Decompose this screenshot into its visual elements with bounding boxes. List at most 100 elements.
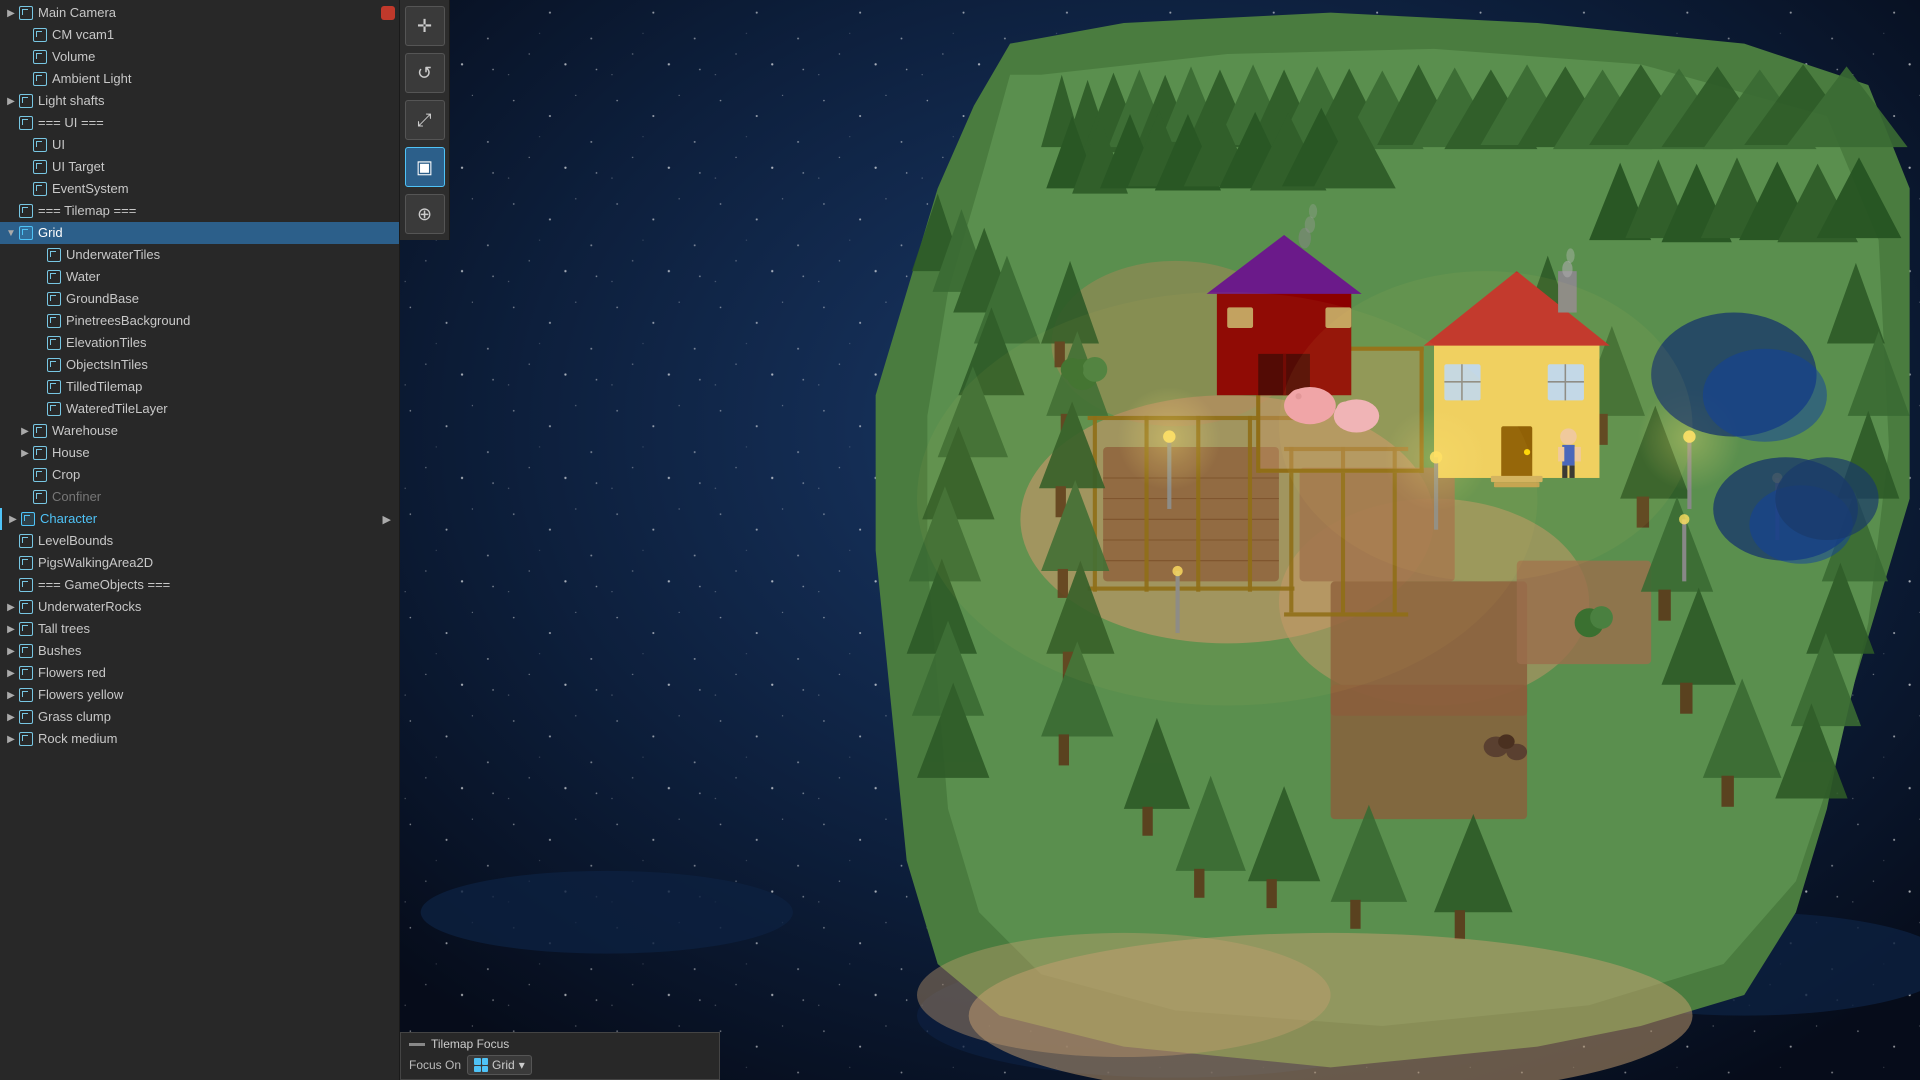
hierarchy-item-warehouse[interactable]: Warehouse xyxy=(0,420,399,442)
icon-flowers-yellow xyxy=(18,687,34,703)
hierarchy-item-grass-clump[interactable]: Grass clump xyxy=(0,706,399,728)
focus-on-text: Focus On xyxy=(409,1058,461,1072)
focus-dropdown[interactable]: Grid ▾ xyxy=(467,1055,532,1075)
icon-main-camera xyxy=(18,5,34,21)
hierarchy-item-volume[interactable]: Volume xyxy=(0,46,399,68)
hierarchy-item-bushes[interactable]: Bushes xyxy=(0,640,399,662)
tilemap-focus-title: Tilemap Focus xyxy=(409,1037,711,1051)
hierarchy-item-crop[interactable]: Crop xyxy=(0,464,399,486)
icon-level-bounds xyxy=(18,533,34,549)
dropdown-arrow: ▾ xyxy=(519,1058,525,1072)
label-flowers-red: Flowers red xyxy=(38,662,395,684)
icon-tilled-tilemap xyxy=(46,379,62,395)
arrow-grass-clump[interactable] xyxy=(4,712,18,723)
label-main-camera: Main Camera xyxy=(38,2,375,24)
scale-tool[interactable]: ⤢ xyxy=(405,100,445,140)
hierarchy-item-main-camera[interactable]: Main Camera xyxy=(0,2,399,24)
viewport: ✛ ↺ ⤢ ▣ ⊕ Tilemap Focus Focus On Grid ▾ xyxy=(400,0,1920,1080)
grid-cell-4 xyxy=(482,1066,489,1073)
arrow-character[interactable] xyxy=(6,514,20,525)
hierarchy-item-cm-vcam1[interactable]: CM vcam1 xyxy=(0,24,399,46)
label-crop: Crop xyxy=(52,464,395,486)
hierarchy-item-level-bounds[interactable]: LevelBounds xyxy=(0,530,399,552)
grid-label: Grid xyxy=(492,1058,515,1072)
hierarchy-item-house[interactable]: House xyxy=(0,442,399,464)
icon-confiner xyxy=(32,489,48,505)
hierarchy-item-gameobjects-sep[interactable]: === GameObjects === xyxy=(0,574,399,596)
icon-character xyxy=(20,511,36,527)
hierarchy-item-tilemap-separator[interactable]: === Tilemap === xyxy=(0,200,399,222)
hierarchy-item-tilled-tilemap[interactable]: TilledTilemap xyxy=(0,376,399,398)
arrow-main-camera[interactable] xyxy=(4,8,18,19)
arrow-tall-trees[interactable] xyxy=(4,624,18,635)
arrow-flowers-yellow[interactable] xyxy=(4,690,18,701)
label-character: Character xyxy=(40,508,383,530)
icon-elevation-tiles xyxy=(46,335,62,351)
grid-cell-1 xyxy=(474,1058,481,1065)
badge-main-camera xyxy=(381,6,395,20)
arrow-bushes[interactable] xyxy=(4,646,18,657)
icon-house xyxy=(32,445,48,461)
rotate-tool[interactable]: ↺ xyxy=(405,53,445,93)
hierarchy-item-objects-in-tiles[interactable]: ObjectsInTiles xyxy=(0,354,399,376)
icon-objects-in-tiles xyxy=(46,357,62,373)
icon-volume xyxy=(32,49,48,65)
hierarchy-item-ui-separator[interactable]: === UI === xyxy=(0,112,399,134)
arrow-light-shafts[interactable] xyxy=(4,96,18,107)
label-ui-separator: === UI === xyxy=(38,112,395,134)
arrow-warehouse[interactable] xyxy=(18,426,32,437)
hierarchy-item-underwater-rocks[interactable]: UnderwaterRocks xyxy=(0,596,399,618)
arrow-house[interactable] xyxy=(18,448,32,459)
hierarchy-item-elevation-tiles[interactable]: ElevationTiles xyxy=(0,332,399,354)
hierarchy-list[interactable]: Main CameraCM vcam1VolumeAmbient LightLi… xyxy=(0,0,399,1080)
icon-underwater-rocks xyxy=(18,599,34,615)
end-arrow-character: ▶ xyxy=(383,513,395,526)
icon-gameobjects-sep xyxy=(18,577,34,593)
hierarchy-item-confiner[interactable]: Confiner xyxy=(0,486,399,508)
icon-event-system xyxy=(32,181,48,197)
hierarchy-item-flowers-yellow[interactable]: Flowers yellow xyxy=(0,684,399,706)
hierarchy-item-light-shafts[interactable]: Light shafts xyxy=(0,90,399,112)
hierarchy-item-underwater-tiles[interactable]: UnderwaterTiles xyxy=(0,244,399,266)
hierarchy-item-ui[interactable]: UI xyxy=(0,134,399,156)
hierarchy-item-rock-medium[interactable]: Rock medium xyxy=(0,728,399,750)
hierarchy-item-grid[interactable]: Grid xyxy=(0,222,399,244)
hierarchy-item-event-system[interactable]: EventSystem xyxy=(0,178,399,200)
label-pigs-walking: PigsWalkingArea2D xyxy=(38,552,395,574)
icon-ground-base xyxy=(46,291,62,307)
tilemap-focus-row: Focus On Grid ▾ xyxy=(409,1055,711,1075)
hierarchy-item-ambient-light[interactable]: Ambient Light xyxy=(0,68,399,90)
label-ambient-light: Ambient Light xyxy=(52,68,395,90)
arrow-flowers-red[interactable] xyxy=(4,668,18,679)
hierarchy-item-watered-tile-layer[interactable]: WateredTileLayer xyxy=(0,398,399,420)
label-cm-vcam1: CM vcam1 xyxy=(52,24,395,46)
icon-flowers-red xyxy=(18,665,34,681)
grid-cell-2 xyxy=(482,1058,489,1065)
hierarchy-item-ground-base[interactable]: GroundBase xyxy=(0,288,399,310)
hierarchy-panel: Main CameraCM vcam1VolumeAmbient LightLi… xyxy=(0,0,400,1080)
tilemap-focus-label: Tilemap Focus xyxy=(431,1037,509,1051)
icon-tilemap-separator xyxy=(18,203,34,219)
icon-ui-separator xyxy=(18,115,34,131)
hierarchy-item-character[interactable]: Character▶ xyxy=(0,508,399,530)
hierarchy-item-ui-target[interactable]: UI Target xyxy=(0,156,399,178)
label-gameobjects-sep: === GameObjects === xyxy=(38,574,395,596)
icon-water xyxy=(46,269,62,285)
viewport-toolbar: ✛ ↺ ⤢ ▣ ⊕ xyxy=(400,0,450,240)
hierarchy-item-flowers-red[interactable]: Flowers red xyxy=(0,662,399,684)
arrow-rock-medium[interactable] xyxy=(4,734,18,745)
hierarchy-item-tall-trees[interactable]: Tall trees xyxy=(0,618,399,640)
label-confiner: Confiner xyxy=(52,486,395,508)
move-tool[interactable]: ✛ xyxy=(405,6,445,46)
label-bushes: Bushes xyxy=(38,640,395,662)
hierarchy-item-pigs-walking[interactable]: PigsWalkingArea2D xyxy=(0,552,399,574)
rect-tool[interactable]: ▣ xyxy=(405,147,445,187)
hierarchy-item-water[interactable]: Water xyxy=(0,266,399,288)
arrow-grid[interactable] xyxy=(4,228,18,239)
hierarchy-item-pinetrees-bg[interactable]: PinetreesBackground xyxy=(0,310,399,332)
transform-tool[interactable]: ⊕ xyxy=(405,194,445,234)
label-warehouse: Warehouse xyxy=(52,420,395,442)
arrow-underwater-rocks[interactable] xyxy=(4,602,18,613)
label-objects-in-tiles: ObjectsInTiles xyxy=(66,354,395,376)
label-rock-medium: Rock medium xyxy=(38,728,395,750)
